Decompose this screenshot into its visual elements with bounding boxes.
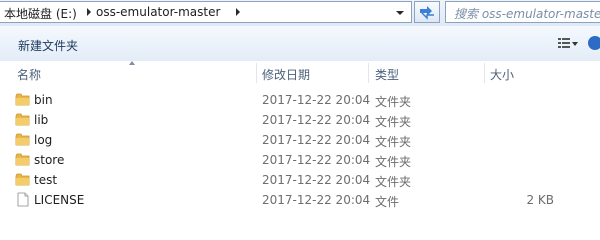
file-date: 2017-12-22 20:04 <box>262 93 371 107</box>
file-type: 文件夹 <box>375 135 412 149</box>
help-icon[interactable] <box>588 36 600 50</box>
file-name: log <box>34 133 53 147</box>
file-type: 文件夹 <box>375 115 412 129</box>
column-divider[interactable] <box>256 63 257 83</box>
file-row[interactable]: store 2017-12-22 20:04 文件夹 <box>0 150 600 170</box>
folder-icon <box>15 93 30 106</box>
view-options-icon[interactable] <box>558 38 570 48</box>
column-divider[interactable] <box>484 63 485 83</box>
file-size: 2 KB <box>526 193 554 207</box>
file-row[interactable]: LICENSE 2017-12-22 20:04 文件 2 KB <box>0 190 600 210</box>
file-list: bin 2017-12-22 20:04 文件夹 lib 2017-12-22 … <box>0 90 600 210</box>
column-header-name[interactable]: 名称 <box>17 66 41 83</box>
column-divider[interactable] <box>368 63 369 83</box>
view-dropdown-icon[interactable] <box>572 42 578 46</box>
folder-icon <box>15 153 30 166</box>
breadcrumb-folder[interactable]: oss-emulator-master <box>96 5 220 19</box>
file-date: 2017-12-22 20:04 <box>262 173 371 187</box>
refresh-icon <box>420 6 434 20</box>
file-name: lib <box>34 113 49 127</box>
file-row[interactable]: log 2017-12-22 20:04 文件夹 <box>0 130 600 150</box>
file-type: 文件夹 <box>375 95 412 109</box>
file-name: test <box>34 173 58 187</box>
column-header-date[interactable]: 修改日期 <box>262 66 310 83</box>
command-bar: 新建文件夹 <box>0 26 600 62</box>
breadcrumb-chevron-icon[interactable] <box>87 8 91 16</box>
file-name: store <box>34 153 65 167</box>
column-header-size[interactable]: 大小 <box>490 66 514 83</box>
file-row[interactable]: lib 2017-12-22 20:04 文件夹 <box>0 110 600 130</box>
file-date: 2017-12-22 20:04 <box>262 153 371 167</box>
file-icon <box>17 192 29 207</box>
file-row[interactable]: test 2017-12-22 20:04 文件夹 <box>0 170 600 190</box>
file-date: 2017-12-22 20:04 <box>262 133 371 147</box>
breadcrumb-drive[interactable]: 本地磁盘 (E:) <box>4 5 77 22</box>
address-bar[interactable]: 本地磁盘 (E:) oss-emulator-master <box>0 1 412 23</box>
file-type: 文件夹 <box>375 175 412 189</box>
file-name: LICENSE <box>34 193 85 207</box>
address-row: 本地磁盘 (E:) oss-emulator-master 搜索 oss-emu… <box>0 0 600 26</box>
folder-icon <box>15 113 30 126</box>
address-dropdown-icon[interactable] <box>396 11 404 15</box>
folder-icon <box>15 133 30 146</box>
file-type: 文件夹 <box>375 155 412 169</box>
column-headers: 名称 修改日期 类型 大小 <box>0 61 600 84</box>
search-placeholder: 搜索 oss-emulator-master <box>454 7 600 21</box>
sort-ascending-icon <box>129 61 135 65</box>
file-row[interactable]: bin 2017-12-22 20:04 文件夹 <box>0 90 600 110</box>
new-folder-button[interactable]: 新建文件夹 <box>18 37 78 54</box>
file-name: bin <box>34 93 53 107</box>
breadcrumb-chevron-icon[interactable] <box>236 8 240 16</box>
refresh-button[interactable] <box>414 1 440 23</box>
file-date: 2017-12-22 20:04 <box>262 193 371 207</box>
file-type: 文件 <box>375 195 400 209</box>
search-input[interactable]: 搜索 oss-emulator-master <box>445 1 600 23</box>
column-header-type[interactable]: 类型 <box>375 66 399 83</box>
file-date: 2017-12-22 20:04 <box>262 113 371 127</box>
folder-icon <box>15 173 30 186</box>
explorer-window: 本地磁盘 (E:) oss-emulator-master 搜索 oss-emu… <box>0 0 600 217</box>
